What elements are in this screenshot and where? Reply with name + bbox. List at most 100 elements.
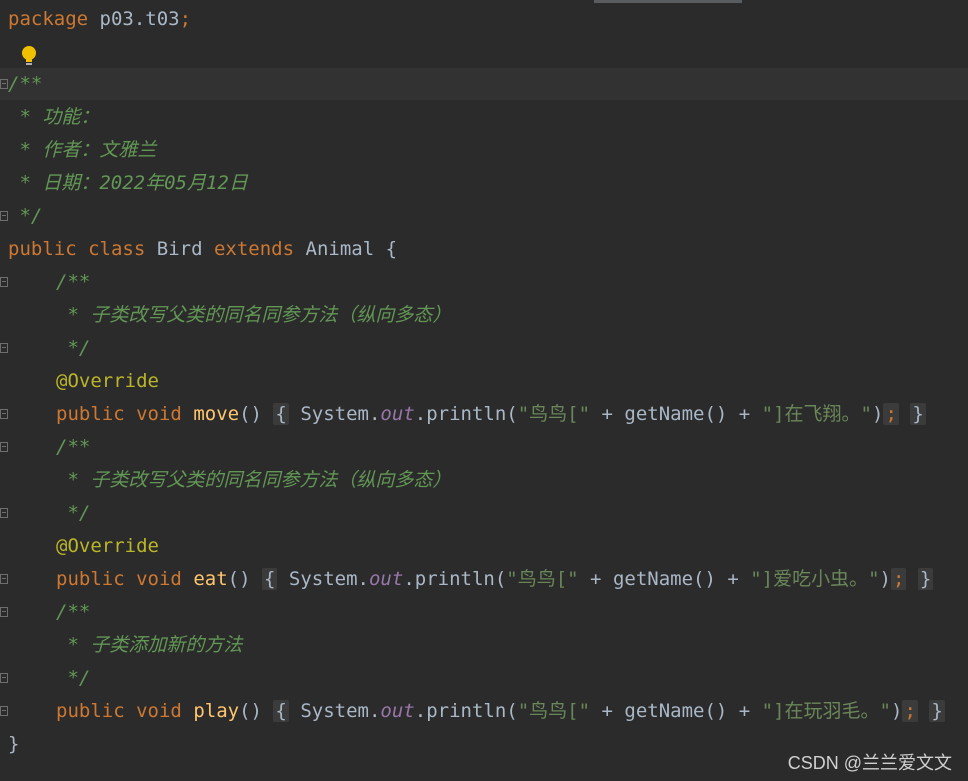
getname-call: getName()	[624, 700, 728, 722]
method-name-play: play	[193, 700, 240, 722]
system-class: System	[300, 700, 369, 722]
fold-icon[interactable]	[0, 211, 8, 221]
fold-icon[interactable]	[0, 343, 8, 353]
keyword-void: void	[136, 568, 182, 590]
string-prefix: "鸟鸟["	[517, 403, 591, 425]
parens: ()	[239, 403, 262, 425]
string-suffix: "]爱吃小虫。"	[750, 568, 880, 590]
string-suffix: "]在玩羽毛。"	[761, 700, 891, 722]
println-call: println(	[414, 568, 507, 590]
code-line-doc-close[interactable]: */	[56, 497, 90, 529]
println-call: println(	[426, 700, 518, 722]
dot: .	[368, 700, 381, 722]
code-line-move-method[interactable]: public void move() { System.out.println(…	[56, 398, 926, 430]
plus-op: +	[727, 700, 762, 722]
getname-call: getName()	[624, 403, 728, 425]
keyword-class: class	[88, 238, 146, 260]
field-out: out	[380, 403, 415, 425]
field-out: out	[368, 568, 404, 590]
open-brace: {	[261, 568, 278, 590]
code-line-override[interactable]: @Override	[56, 530, 159, 562]
fold-icon[interactable]	[0, 79, 8, 89]
println-call: println(	[426, 403, 518, 425]
code-line-javadoc-func[interactable]: * 功能：	[8, 101, 99, 133]
method-name-move: move	[193, 403, 240, 425]
open-brace: {	[273, 700, 289, 722]
code-line-package[interactable]: package p03.t03;	[8, 3, 191, 35]
semicolon: ;	[891, 568, 907, 590]
code-line-doc-text[interactable]: * 子类改写父类的同名同参方法（纵向多态）	[56, 299, 451, 331]
system-class: System	[288, 568, 358, 590]
dot: .	[357, 568, 369, 590]
string-suffix: "]在飞翔。"	[761, 403, 872, 425]
keyword-public: public	[56, 700, 125, 722]
string-prefix: "鸟鸟["	[506, 568, 579, 590]
plus-op: +	[590, 700, 625, 722]
getname-call: getName()	[612, 568, 716, 590]
superclass-name: Animal	[305, 238, 375, 260]
code-line-javadoc-date[interactable]: * 日期：2022年05月12日	[8, 167, 247, 199]
open-brace: {	[273, 403, 289, 425]
keyword-void: void	[136, 700, 182, 722]
keyword-public: public	[56, 568, 125, 590]
close-paren: )	[890, 700, 903, 722]
plus-op: +	[715, 568, 751, 590]
fold-icon[interactable]	[0, 277, 8, 287]
close-paren: )	[879, 568, 891, 590]
close-paren: )	[871, 403, 884, 425]
code-line-javadoc-close[interactable]: */	[8, 200, 42, 232]
fold-icon[interactable]	[0, 574, 8, 584]
close-brace: }	[917, 568, 934, 590]
dot: .	[414, 403, 427, 425]
code-line-doc-open[interactable]: /**	[56, 431, 90, 463]
code-line-javadoc-author[interactable]: * 作者：文雅兰	[8, 134, 156, 166]
close-brace: }	[929, 700, 945, 722]
code-line-eat-method[interactable]: public void eat() { System.out.println("…	[56, 563, 934, 595]
dot: .	[414, 700, 427, 722]
code-line-class-decl[interactable]: public class Bird extends Animal {	[8, 233, 397, 265]
code-line-class-close[interactable]: }	[8, 728, 19, 760]
fold-icon[interactable]	[0, 706, 8, 716]
dot: .	[403, 568, 415, 590]
fold-icon[interactable]	[0, 442, 8, 452]
code-line-doc-open[interactable]: /**	[56, 596, 90, 628]
plus-op: +	[727, 403, 762, 425]
dot: .	[368, 403, 381, 425]
semicolon: ;	[883, 403, 899, 425]
close-brace: }	[910, 403, 926, 425]
fold-icon[interactable]	[0, 508, 8, 518]
code-line-doc-close[interactable]: */	[56, 332, 90, 364]
system-class: System	[300, 403, 369, 425]
code-line-doc-open[interactable]: /**	[56, 266, 90, 298]
watermark: CSDN @兰兰爱文文	[787, 753, 952, 773]
keyword-public: public	[56, 403, 125, 425]
class-name: Bird	[156, 238, 203, 260]
string-prefix: "鸟鸟["	[517, 700, 591, 722]
plus-op: +	[590, 403, 625, 425]
editor-scrollbar[interactable]	[594, 0, 742, 3]
fold-icon[interactable]	[0, 673, 8, 683]
code-line-play-method[interactable]: public void play() { System.out.println(…	[56, 695, 945, 727]
package-name: p03.t03	[88, 8, 180, 30]
method-name-eat: eat	[193, 568, 228, 590]
plus-op: +	[578, 568, 613, 590]
keyword-public: public	[8, 238, 77, 260]
code-line-doc-close[interactable]: */	[56, 662, 90, 694]
fold-icon[interactable]	[0, 409, 8, 419]
current-line-highlight	[0, 68, 968, 100]
lightbulb-icon[interactable]	[20, 45, 38, 67]
parens: ()	[227, 568, 251, 590]
code-line-doc-text[interactable]: * 子类添加新的方法	[56, 629, 242, 661]
code-line-override[interactable]: @Override	[56, 365, 159, 397]
code-line-javadoc-open[interactable]: /**	[8, 68, 42, 100]
semicolon: ;	[179, 8, 192, 30]
code-line-doc-text[interactable]: * 子类改写父类的同名同参方法（纵向多态）	[56, 464, 451, 496]
keyword-package: package	[8, 8, 89, 30]
field-out: out	[380, 700, 415, 722]
keyword-void: void	[136, 403, 182, 425]
keyword-extends: extends	[213, 238, 295, 260]
semicolon: ;	[902, 700, 918, 722]
fold-icon[interactable]	[0, 607, 8, 617]
parens: ()	[239, 700, 262, 722]
open-brace: {	[374, 238, 398, 260]
